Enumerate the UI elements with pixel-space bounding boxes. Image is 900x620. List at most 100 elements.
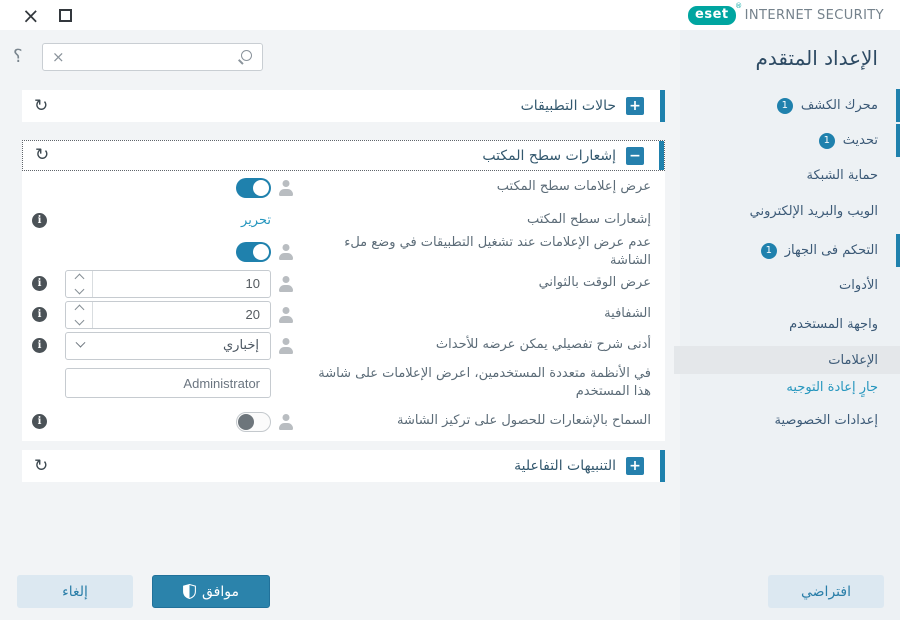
sidebar-item-label: محرك الكشف	[801, 98, 878, 113]
sidebar-item-tools[interactable]: الأدوات	[674, 272, 900, 299]
sidebar-item-label: تحديث	[843, 133, 878, 148]
ok-button[interactable]: موافق	[152, 575, 270, 608]
spin-down-icon[interactable]	[74, 284, 84, 294]
setting-row-transparency: الشفافية i	[22, 299, 665, 330]
spin-up-icon[interactable]	[74, 304, 84, 314]
maximize-icon[interactable]	[59, 9, 72, 22]
multiuser-display-input[interactable]	[65, 368, 271, 398]
info-icon[interactable]: i	[32, 276, 47, 291]
spinner-buttons[interactable]	[66, 271, 93, 297]
sidebar-item-label: التحكم فى الجهاز	[785, 243, 878, 258]
section-header-desktop-notifications[interactable]: − إشعارات سطح المكتب ↻	[22, 140, 665, 171]
count-badge: 1	[819, 133, 835, 149]
accent-bar	[660, 450, 665, 482]
info-icon[interactable]: i	[32, 414, 47, 429]
registered-mark: ®	[735, 2, 743, 10]
help-icon[interactable]: ؟	[13, 46, 23, 67]
info-icon[interactable]: i	[32, 338, 47, 353]
section-header-application-statuses[interactable]: + حالات التطبيقات ↻	[22, 90, 665, 122]
product-name: INTERNET SECURITY	[745, 8, 884, 23]
section-title: التنبيهات التفاعلية	[514, 458, 616, 474]
sidebar-item-notifications[interactable]: الإعلامات	[674, 346, 900, 374]
sidebar-item-web-email[interactable]: الويب والبريد الإلكتروني	[674, 198, 900, 225]
setting-row-no-notifications-fullscreen: عدم عرض الإعلامات عند تشغيل التطبيقات في…	[22, 236, 665, 268]
setting-row-min-verbosity: أدنى شرح تفصيلي يمكن عرضه للأحداث إخباري…	[22, 330, 665, 361]
user-override-icon	[277, 276, 294, 292]
spinner-buttons[interactable]	[66, 302, 93, 328]
refresh-icon[interactable]: ↻	[35, 147, 49, 164]
setting-label: الشفافية	[294, 305, 651, 323]
toggle-display-desktop-notifications[interactable]	[236, 178, 271, 198]
sidebar-item-redirecting[interactable]: جارٍ إعادة التوجيه	[674, 374, 900, 401]
sidebar-item-user-interface[interactable]: واجهة المستخدم	[674, 311, 900, 338]
setting-label: السماح بالإشعارات للحصول على تركيز الشاش…	[294, 412, 651, 430]
setting-label: في الأنظمة متعددة المستخدمين، اعرض الإعل…	[294, 365, 651, 401]
refresh-icon[interactable]: ↻	[34, 458, 48, 475]
sidebar-item-detection-engine[interactable]: محرك الكشف 1	[674, 92, 900, 119]
setting-row-multiuser-display: في الأنظمة متعددة المستخدمين، اعرض الإعل…	[22, 361, 665, 405]
transparency-spinner	[65, 301, 271, 329]
accent-bar	[660, 90, 665, 122]
sidebar-item-device-control[interactable]: التحكم فى الجهاز 1	[674, 237, 900, 264]
search-input[interactable]	[65, 50, 238, 65]
search-icon[interactable]	[238, 50, 253, 65]
info-icon[interactable]: i	[32, 213, 47, 228]
refresh-icon[interactable]: ↻	[34, 98, 48, 115]
chevron-down-icon	[76, 338, 86, 348]
sidebar: الإعداد المتقدم محرك الكشف 1 تحديث 1 حما…	[668, 30, 900, 620]
expand-icon[interactable]: +	[626, 97, 644, 115]
transparency-input[interactable]	[93, 302, 270, 328]
setting-label: عرض الوقت بالثواني	[294, 274, 651, 292]
display-time-input[interactable]	[93, 271, 270, 297]
brand: eset® INTERNET SECURITY	[688, 0, 884, 30]
section-title: حالات التطبيقات	[521, 98, 616, 114]
collapse-icon[interactable]: −	[626, 147, 644, 165]
sidebar-item-network-protection[interactable]: حماية الشبكة	[674, 162, 900, 189]
setting-row-display-desktop-notifications: عرض إعلامات سطح المكتب	[22, 171, 665, 204]
count-badge: 1	[761, 243, 777, 259]
setting-label: عدم عرض الإعلامات عند تشغيل التطبيقات في…	[294, 234, 651, 270]
section-application-statuses: + حالات التطبيقات ↻	[22, 90, 665, 122]
user-override-icon	[277, 244, 294, 260]
search-box: ×	[42, 43, 263, 71]
section-desktop-notifications: − إشعارات سطح المكتب ↻ عرض إعلامات سطح ا…	[22, 140, 665, 441]
verbosity-dropdown[interactable]: إخباري	[65, 332, 271, 360]
sidebar-item-label: الإعلامات	[828, 353, 878, 368]
section-header-interactive-alerts[interactable]: + التنبيهات التفاعلية ↻	[22, 450, 665, 482]
user-override-icon	[277, 307, 294, 323]
sidebar-item-label: واجهة المستخدم	[789, 317, 878, 332]
display-time-spinner	[65, 270, 271, 298]
toggle-allow-focus[interactable]	[236, 412, 271, 432]
ok-button-label: موافق	[202, 584, 239, 600]
titlebar: × eset® INTERNET SECURITY	[0, 0, 900, 30]
section-interactive-alerts: + التنبيهات التفاعلية ↻	[22, 450, 665, 482]
sidebar-item-label: حماية الشبكة	[807, 168, 878, 183]
sidebar-item-update[interactable]: تحديث 1	[674, 127, 900, 154]
eset-logo: eset®	[688, 6, 736, 25]
toggle-no-notifications-fullscreen[interactable]	[236, 242, 271, 262]
info-icon[interactable]: i	[32, 307, 47, 322]
clear-search-icon[interactable]: ×	[52, 50, 65, 65]
page-title: الإعداد المتقدم	[756, 46, 878, 70]
accent-bar	[659, 141, 664, 170]
setting-label: عرض إعلامات سطح المكتب	[294, 178, 651, 196]
spin-up-icon[interactable]	[74, 273, 84, 283]
count-badge: 1	[777, 98, 793, 114]
setting-row-display-time: عرض الوقت بالثواني i	[22, 268, 665, 299]
setting-label: إشعارات سطح المكتب	[294, 211, 651, 229]
sidebar-item-label: إعدادات الخصوصية	[775, 413, 878, 428]
sidebar-item-label: جارٍ إعادة التوجيه	[786, 380, 878, 395]
edit-link[interactable]: تحرير	[241, 213, 271, 228]
setting-row-desktop-notifications-edit: إشعارات سطح المكتب تحرير i	[22, 204, 665, 236]
close-icon[interactable]: ×	[22, 1, 40, 31]
section-title: إشعارات سطح المكتب	[482, 148, 616, 164]
expand-icon[interactable]: +	[626, 457, 644, 475]
spin-down-icon[interactable]	[74, 315, 84, 325]
setting-row-allow-focus: السماح بالإشعارات للحصول على تركيز الشاش…	[22, 405, 665, 438]
default-button[interactable]: افتراضي	[768, 575, 884, 608]
user-override-icon	[277, 180, 294, 196]
user-override-icon	[277, 414, 294, 430]
sidebar-item-privacy-settings[interactable]: إعدادات الخصوصية	[674, 407, 900, 434]
shield-icon	[183, 584, 196, 599]
cancel-button[interactable]: إلغاء	[17, 575, 133, 608]
